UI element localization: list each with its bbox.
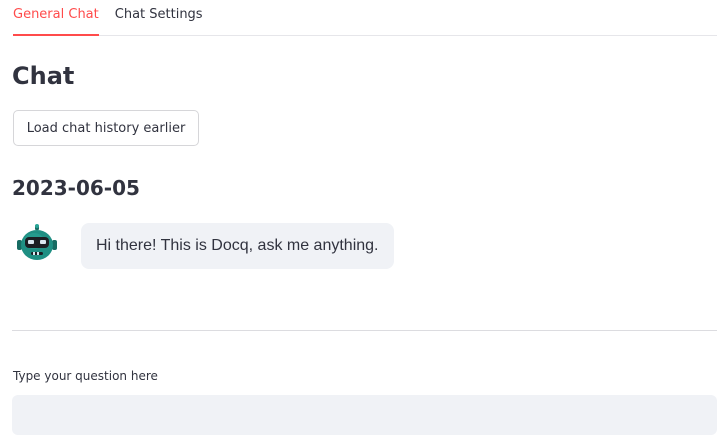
robot-avatar-icon [16, 224, 58, 264]
chat-page: General Chat Chat Settings Chat Load cha… [0, 0, 728, 445]
question-input-label: Type your question here [13, 369, 158, 383]
tab-chat-settings[interactable]: Chat Settings [115, 0, 203, 36]
tab-general-chat[interactable]: General Chat [13, 0, 99, 36]
bot-message-text: Hi there! This is Docq, ask me anything. [96, 237, 379, 254]
tab-bar: General Chat Chat Settings [13, 0, 717, 36]
bot-message-bubble: Hi there! This is Docq, ask me anything. [81, 223, 394, 269]
question-input[interactable] [12, 395, 717, 435]
date-heading: 2023-06-05 [12, 176, 140, 200]
divider [12, 330, 717, 331]
load-history-button[interactable]: Load chat history earlier [13, 110, 199, 146]
page-title: Chat [12, 62, 75, 90]
